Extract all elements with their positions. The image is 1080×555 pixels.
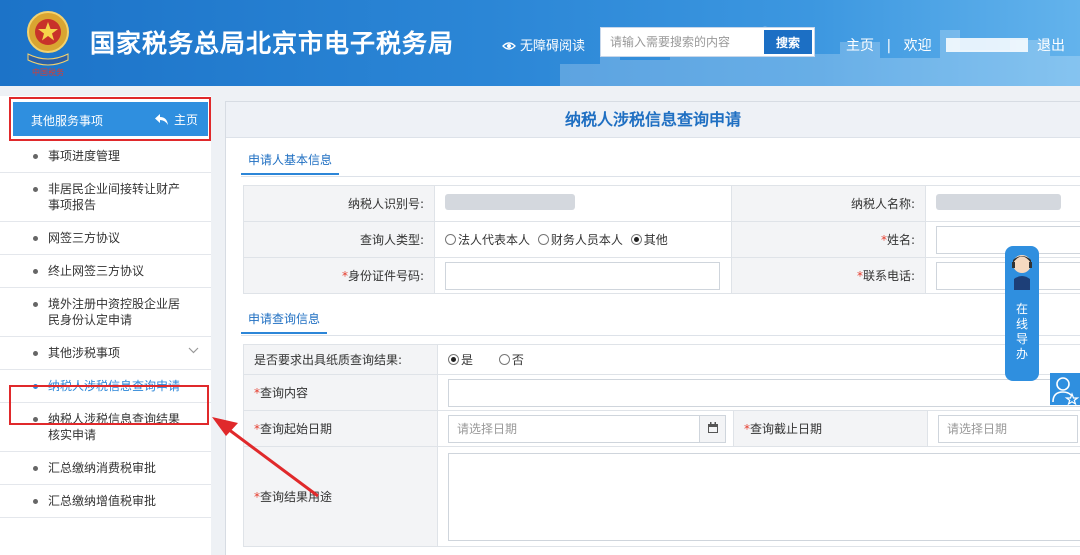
sidebar-item-info-query[interactable]: 纳税人涉税信息查询申请 — [0, 370, 211, 403]
name-label: *姓名: — [731, 221, 926, 258]
id-number-cell — [434, 257, 732, 294]
bullet-icon — [33, 466, 38, 471]
chevron-down-icon — [188, 347, 199, 354]
radio-icon — [445, 234, 456, 245]
radio-icon — [537, 234, 549, 245]
query-content-input[interactable] — [448, 378, 1080, 407]
section-divider — [241, 335, 1080, 336]
bullet-icon — [33, 351, 38, 356]
redacted-taxpayer-name — [936, 194, 1061, 210]
tab-query-info[interactable]: 申请查询信息 — [241, 304, 328, 334]
end-date-input[interactable]: 请选择日期 — [938, 414, 1078, 443]
id-number-input[interactable] — [445, 261, 720, 290]
purpose-label: *查询结果用途 — [243, 446, 438, 547]
sidebar-item-terminate-tripartite[interactable]: 终止网签三方协议 — [0, 255, 211, 288]
main-panel: 纳税人涉税信息查询申请 申请人基本信息 纳税人识别号: 纳税人名称: 查询人类型… — [225, 101, 1080, 555]
online-guide-widget[interactable]: 在 线 导 办 — [1005, 246, 1039, 381]
home-link[interactable]: 主页 — [846, 38, 874, 54]
calendar-icon[interactable] — [699, 415, 725, 442]
requester-type-options: 法人代表本人 财务人员本人 其他 — [434, 221, 732, 258]
requester-type-label: 查询人类型: — [243, 221, 435, 258]
bullet-icon — [33, 499, 38, 504]
sidebar-item-resident-identity[interactable]: 境外注册中资控股企业居民身份认定申请 — [0, 288, 211, 337]
taxpayer-id-value — [434, 185, 732, 222]
end-date-label: *查询截止日期 — [733, 410, 928, 447]
phone-cell — [925, 257, 1080, 294]
search-input[interactable] — [601, 28, 761, 56]
user-service-button[interactable] — [1050, 373, 1080, 406]
query-form: 是否要求出具纸质查询结果: 是 否 *查询内容 *查询起始日期 请选择日期 *查… — [243, 344, 1080, 547]
welcome-text: 欢迎 — [903, 38, 932, 54]
sidebar-header-label: 其他服务事项 — [31, 114, 104, 128]
sidebar-item-consumption-tax[interactable]: 汇总缴纳消费税审批 — [0, 452, 211, 485]
online-guide-label: 在 线 导 办 — [1015, 302, 1028, 361]
masked-username — [946, 38, 1029, 52]
radio-yes[interactable]: 是 — [448, 353, 473, 367]
sidebar-header: 其他服务事项 主页 — [13, 102, 208, 136]
section-divider — [241, 176, 1080, 177]
search-box: 搜索 — [600, 27, 815, 57]
sidebar-menu: 事项进度管理 非居民企业间接转让财产事项报告 网签三方协议 终止网签三方协议 境… — [0, 140, 211, 518]
bullet-icon — [33, 269, 38, 274]
bullet-icon — [33, 302, 38, 307]
start-date-cell: 请选择日期 — [437, 410, 734, 447]
taxpayer-name-value — [925, 185, 1080, 222]
accessibility-link[interactable]: 无障碍阅读 — [502, 35, 585, 54]
assistant-avatar-icon — [1012, 255, 1032, 290]
query-content-label: *查询内容 — [243, 374, 438, 411]
radio-finance-staff[interactable]: 财务人员本人 — [537, 233, 627, 247]
logout-link[interactable]: 退出 — [1037, 35, 1065, 55]
start-date-label: *查询起始日期 — [243, 410, 438, 447]
tax-emblem-icon: 中国税务 — [27, 11, 69, 77]
site-title: 国家税务总局北京市电子税务局 — [90, 29, 455, 58]
top-nav: 主页 | 欢迎 — [846, 35, 1029, 55]
taxpayer-id-label: 纳税人识别号: — [243, 185, 435, 222]
name-cell — [925, 221, 1080, 258]
search-button[interactable]: 搜索 — [764, 30, 812, 54]
sidebar-item-other-tax[interactable]: 其他涉税事项 — [0, 337, 211, 370]
tab-applicant-info[interactable]: 申请人基本信息 — [241, 145, 340, 175]
purpose-cell — [436, 446, 1080, 547]
radio-selected-icon — [630, 234, 642, 245]
bullet-icon — [33, 384, 38, 389]
phone-label: *联系电话: — [731, 257, 926, 294]
bullet-icon — [33, 417, 38, 422]
bullet-icon — [33, 154, 38, 159]
paper-result-options: 是 否 — [436, 344, 1080, 375]
id-number-label: *身份证件号码: — [243, 257, 435, 294]
purpose-textarea[interactable] — [448, 452, 1080, 541]
radio-selected-icon — [448, 354, 459, 365]
paper-result-label: 是否要求出具纸质查询结果: — [243, 344, 438, 375]
sidebar-home-link[interactable]: 主页 — [154, 111, 198, 128]
svg-text:中国税务: 中国税务 — [32, 67, 64, 77]
sidebar: 其他服务事项 主页 事项进度管理 非居民企业间接转让财产事项报告 网签三方协议 … — [0, 96, 211, 555]
sidebar-item-query-verify[interactable]: 纳税人涉税信息查询结果核实申请 — [0, 403, 211, 452]
bullet-icon — [33, 236, 38, 241]
site-header: 中国税务 国家税务总局北京市电子税务局 无障碍阅读 搜索 主页 | 欢迎 退出 — [0, 0, 1080, 86]
page-title: 纳税人涉税信息查询申请 — [226, 102, 1080, 138]
nav-separator: | — [886, 38, 892, 54]
sidebar-item-vat[interactable]: 汇总缴纳增值税审批 — [0, 485, 211, 518]
bullet-icon — [33, 187, 38, 192]
applicant-form: 纳税人识别号: 纳税人名称: 查询人类型: 法人代表本人 财务人员本人 其他 *… — [243, 185, 1080, 294]
redacted-taxpayer-id — [445, 194, 575, 210]
sidebar-item-nonresident-transfer[interactable]: 非居民企业间接转让财产事项报告 — [0, 173, 211, 222]
end-date-cell: 请选择日期 — [926, 410, 1080, 447]
query-content-cell — [436, 374, 1080, 411]
radio-other[interactable]: 其他 — [630, 233, 672, 247]
taxpayer-name-label: 纳税人名称: — [731, 185, 926, 222]
sidebar-item-tripartite[interactable]: 网签三方协议 — [0, 222, 211, 255]
radio-icon — [498, 354, 510, 365]
user-star-icon — [1052, 377, 1080, 406]
radio-legal-rep[interactable]: 法人代表本人 — [445, 233, 534, 247]
eye-icon — [502, 42, 516, 50]
sidebar-item-progress[interactable]: 事项进度管理 — [0, 140, 211, 173]
back-arrow-icon — [154, 114, 168, 125]
start-date-input[interactable]: 请选择日期 — [448, 414, 726, 443]
radio-no[interactable]: 否 — [498, 353, 524, 367]
accessibility-label: 无障碍阅读 — [520, 39, 586, 54]
